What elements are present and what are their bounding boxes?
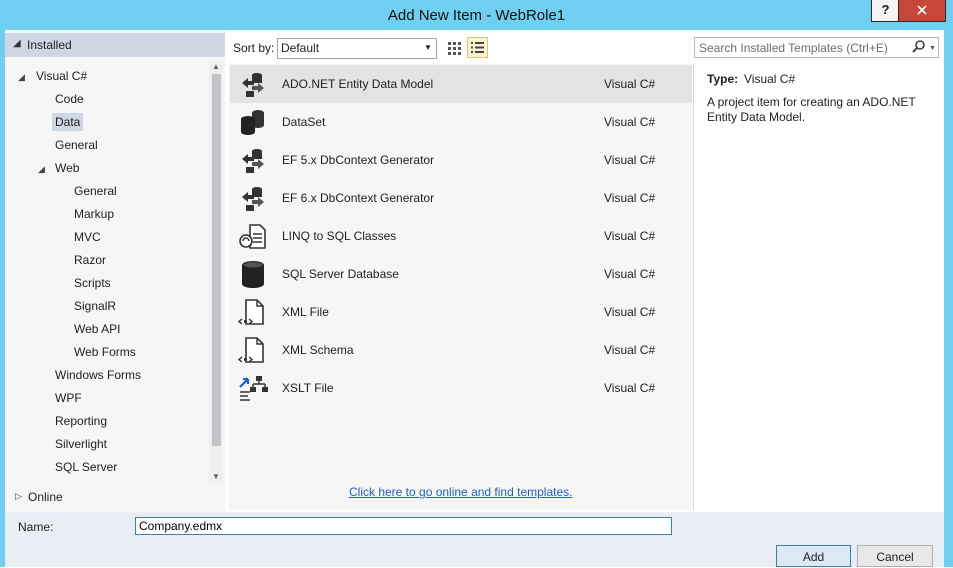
grid-view-icon bbox=[448, 42, 461, 55]
expand-icon[interactable]: ◢ bbox=[18, 72, 25, 83]
tree-item-mvc[interactable]: MVC bbox=[71, 228, 104, 246]
cancel-button[interactable]: Cancel bbox=[857, 545, 933, 567]
template-name: DataSet bbox=[282, 115, 326, 129]
tree-item-markup[interactable]: Markup bbox=[71, 205, 117, 223]
search-icon[interactable] bbox=[911, 39, 927, 55]
tree-item-sql-server[interactable]: SQL Server bbox=[52, 458, 120, 476]
template-name: SQL Server Database bbox=[282, 267, 399, 281]
scroll-up-icon[interactable]: ▲ bbox=[212, 62, 220, 71]
tree-item-web-general[interactable]: General bbox=[71, 182, 120, 200]
installed-header[interactable]: ◢ Installed bbox=[5, 33, 225, 57]
linq-sql-icon bbox=[239, 224, 266, 249]
grid-view-button[interactable] bbox=[445, 38, 465, 58]
template-language: Visual C# bbox=[604, 343, 656, 357]
template-row-dataset[interactable]: DataSet Visual C# bbox=[230, 103, 692, 141]
online-templates-link[interactable]: Click here to go online and find templat… bbox=[349, 485, 572, 499]
window-frame-right bbox=[944, 30, 953, 567]
template-name: ADO.NET Entity Data Model bbox=[282, 77, 434, 91]
close-icon bbox=[917, 5, 927, 15]
expand-icon[interactable]: ◢ bbox=[38, 164, 45, 175]
list-view-button[interactable] bbox=[467, 37, 488, 58]
tree-item-general[interactable]: General bbox=[52, 136, 101, 154]
tree-item-data[interactable]: Data bbox=[52, 113, 84, 131]
tree-item-code[interactable]: Code bbox=[52, 90, 87, 108]
template-name: XML File bbox=[282, 305, 329, 319]
template-row-ado-net[interactable]: ADO.NET Entity Data Model Visual C# bbox=[230, 65, 692, 103]
name-label: Name: bbox=[18, 520, 54, 534]
template-row-linq-sql[interactable]: LINQ to SQL Classes Visual C# bbox=[230, 217, 692, 255]
list-view-icon bbox=[471, 42, 484, 53]
tree-item-razor[interactable]: Razor bbox=[71, 251, 109, 269]
template-language: Visual C# bbox=[604, 267, 656, 281]
search-options-icon[interactable]: ▼ bbox=[929, 45, 936, 52]
template-language: Visual C# bbox=[604, 153, 656, 167]
xml-file-icon bbox=[238, 299, 264, 325]
online-label: Online bbox=[28, 490, 63, 504]
tree-item-reporting[interactable]: Reporting bbox=[52, 412, 110, 430]
type-value: Visual C# bbox=[744, 72, 796, 86]
template-name: LINQ to SQL Classes bbox=[282, 229, 397, 243]
database-icon bbox=[242, 261, 264, 288]
template-name: EF 5.x DbContext Generator bbox=[282, 153, 435, 167]
expand-right-icon: ▷ bbox=[15, 491, 22, 501]
chevron-down-icon: ▼ bbox=[424, 43, 432, 52]
ef-generator-icon bbox=[242, 149, 264, 173]
tree-item-visual-csharp[interactable]: Visual C# bbox=[33, 67, 90, 85]
scroll-down-icon[interactable]: ▼ bbox=[212, 472, 220, 481]
dataset-icon bbox=[241, 110, 264, 135]
template-language: Visual C# bbox=[604, 229, 656, 243]
online-header[interactable]: ▷ Online bbox=[5, 486, 225, 508]
search-input[interactable]: Search Installed Templates (Ctrl+E) bbox=[699, 41, 888, 55]
template-row-xml-file[interactable]: XML File Visual C# bbox=[230, 293, 692, 331]
close-button[interactable] bbox=[898, 0, 946, 22]
collapse-icon: ◢ bbox=[13, 38, 21, 49]
tree-item-scripts[interactable]: Scripts bbox=[71, 274, 114, 292]
help-button[interactable]: ? bbox=[871, 0, 900, 22]
template-language: Visual C# bbox=[604, 191, 656, 205]
add-button[interactable]: Add bbox=[776, 545, 851, 567]
template-row-ef6[interactable]: EF 6.x DbContext Generator Visual C# bbox=[230, 179, 692, 217]
template-row-xslt-file[interactable]: XSLT File Visual C# bbox=[230, 369, 692, 407]
template-row-xml-schema[interactable]: XML Schema Visual C# bbox=[230, 331, 692, 369]
tree-item-web-forms[interactable]: Web Forms bbox=[71, 343, 139, 361]
tree-scrollbar-thumb[interactable] bbox=[212, 74, 221, 446]
type-label: Type: bbox=[707, 72, 739, 86]
sort-by-label: Sort by: bbox=[233, 41, 275, 55]
template-row-ef5[interactable]: EF 5.x DbContext Generator Visual C# bbox=[230, 141, 692, 179]
template-tree-panel bbox=[5, 30, 225, 512]
details-panel bbox=[694, 64, 943, 510]
sort-by-value: Default bbox=[281, 41, 320, 55]
template-description: A project item for creating an ADO.NET E… bbox=[707, 95, 916, 124]
tree-item-wpf[interactable]: WPF bbox=[52, 389, 85, 407]
template-name: EF 6.x DbContext Generator bbox=[282, 191, 435, 205]
template-language: Visual C# bbox=[604, 77, 656, 91]
template-language: Visual C# bbox=[604, 115, 656, 129]
tree-item-web-api[interactable]: Web API bbox=[71, 320, 123, 338]
name-input[interactable] bbox=[135, 517, 672, 535]
template-name: XML Schema bbox=[282, 343, 354, 357]
tree-item-web[interactable]: Web bbox=[52, 159, 82, 177]
template-language: Visual C# bbox=[604, 305, 656, 319]
xml-schema-icon bbox=[238, 337, 264, 363]
entity-model-icon bbox=[242, 73, 264, 97]
window-title: Add New Item - WebRole1 bbox=[387, 7, 566, 24]
template-language: Visual C# bbox=[604, 381, 656, 395]
template-name: XSLT File bbox=[282, 381, 334, 395]
template-row-sql-server-db[interactable]: SQL Server Database Visual C# bbox=[230, 255, 692, 293]
installed-label: Installed bbox=[27, 38, 72, 52]
xslt-file-icon bbox=[239, 376, 268, 401]
tree-item-windows-forms[interactable]: Windows Forms bbox=[52, 366, 144, 384]
tree-item-signalr[interactable]: SignalR bbox=[71, 297, 119, 315]
tree-item-silverlight[interactable]: Silverlight bbox=[52, 435, 110, 453]
ef-generator-icon bbox=[242, 187, 264, 211]
